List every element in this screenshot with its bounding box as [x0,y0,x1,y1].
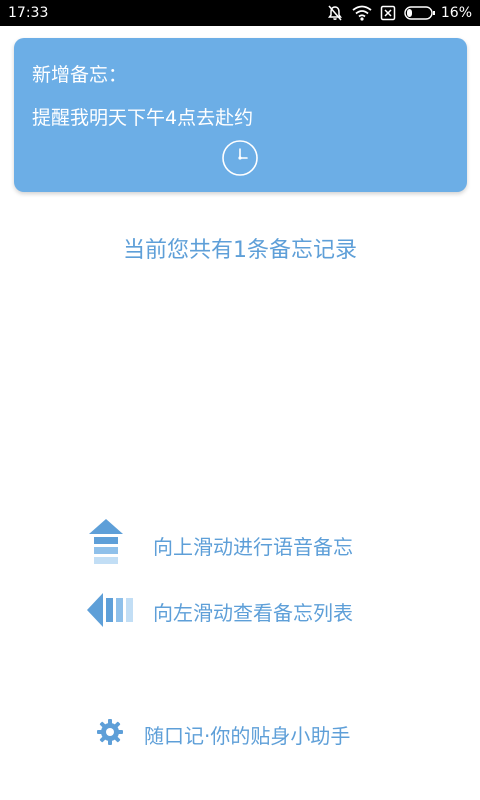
battery-level: 16% [440,5,472,21]
memo-card-title: 新增备忘： [32,64,128,86]
status-time: 17:33 [8,5,49,21]
alarm-off-icon [326,4,344,22]
swipe-left-hint: 向左滑动查看备忘列表 [0,590,480,640]
record-count-label: 当前您共有1条备忘记录 [123,238,357,263]
memo-card-text: 提醒我明天下午4点去赴约 [32,107,254,129]
battery-indicator: 16% [404,5,472,21]
swipe-up-hint: 向上滑动进行语音备忘 [0,518,480,568]
arrow-up-icon [88,518,124,570]
swipe-up-label: 向上滑动进行语音备忘 [153,535,353,559]
clock-icon[interactable] [221,139,259,177]
arrow-left-icon [86,592,140,632]
gear-icon[interactable] [96,718,124,746]
sim-x-icon [380,5,396,21]
status-bar: 17:33 16% [0,0,480,26]
status-icons: 16% [326,4,472,22]
battery-icon [404,6,436,20]
footer-slogan: 随口记·你的贴身小助手 [144,724,351,748]
wifi-icon [352,5,372,21]
new-memo-card[interactable]: 新增备忘： 提醒我明天下午4点去赴约 [14,38,467,192]
footer: 随口记·你的贴身小助手 [0,710,480,754]
swipe-left-label: 向左滑动查看备忘列表 [153,601,353,625]
